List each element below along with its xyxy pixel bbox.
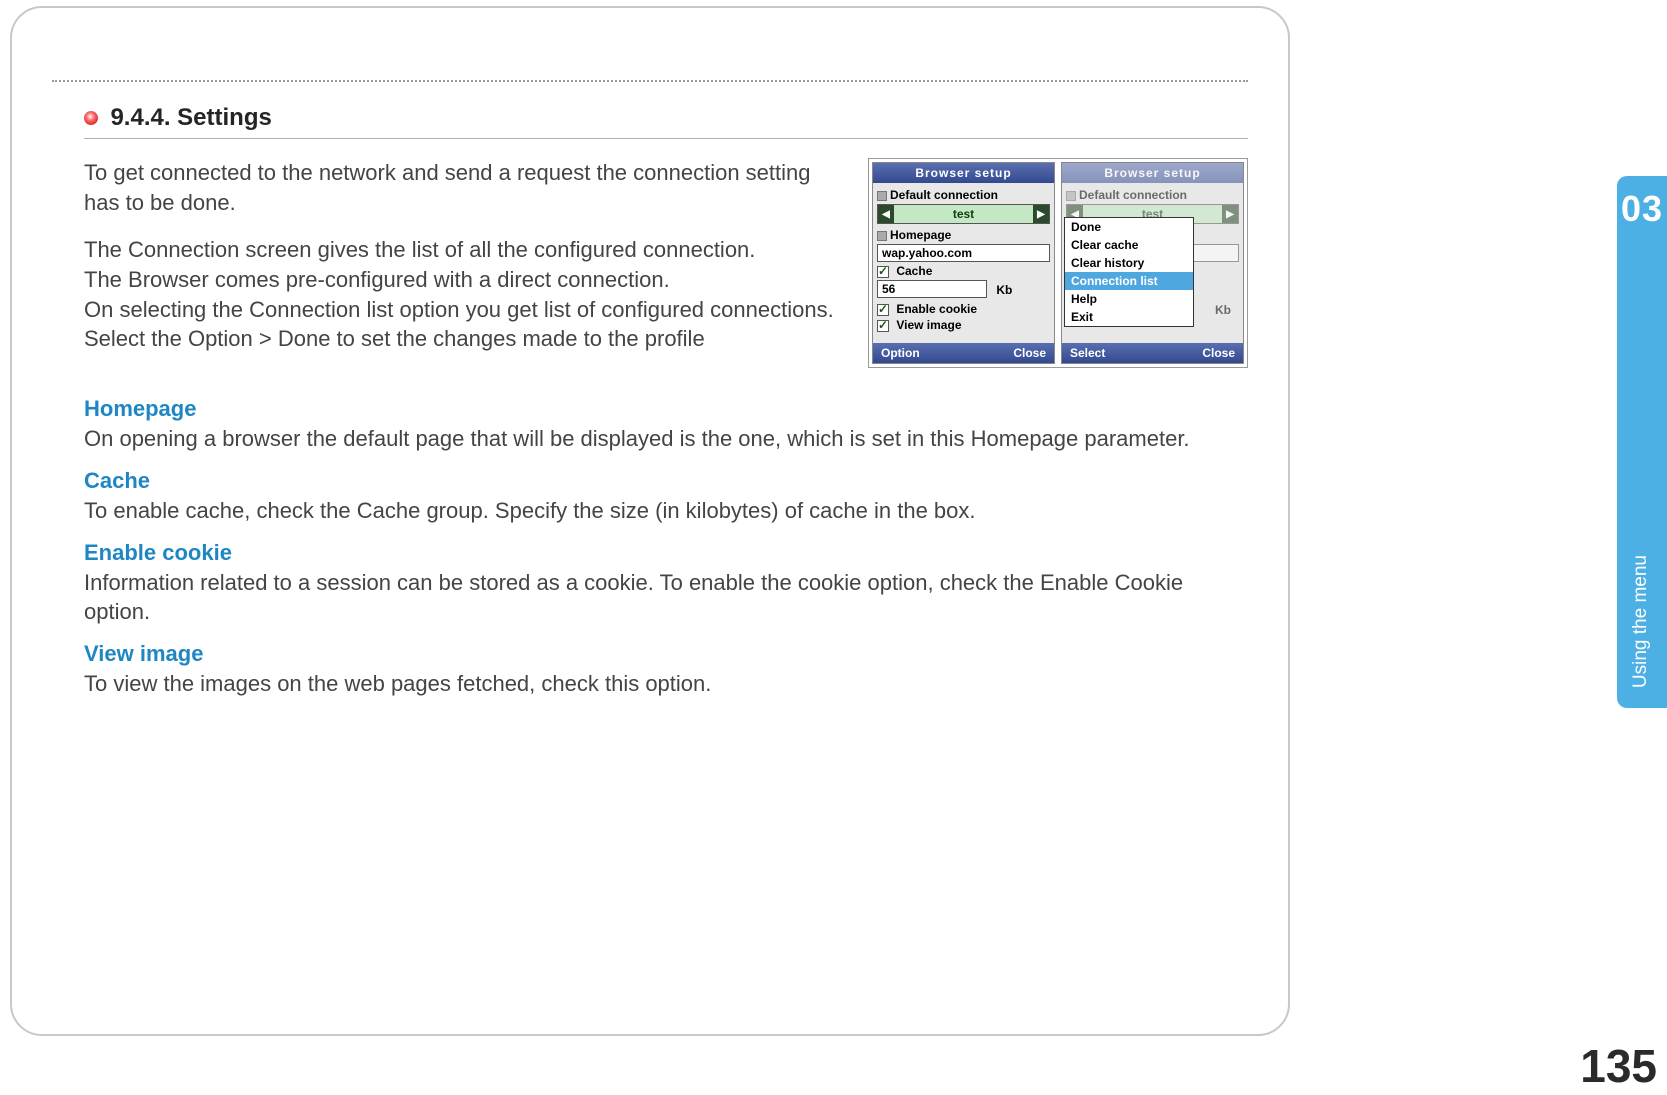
arrow-right-icon[interactable]: ▶ <box>1033 205 1049 223</box>
phone-a-softkey-left[interactable]: Option <box>881 346 920 360</box>
heading-text: 9.4.4. Settings <box>110 104 271 131</box>
term-cache: Cache <box>84 468 1248 494</box>
arrow-left-icon[interactable]: ◀ <box>878 205 894 223</box>
side-tab: 03 Using the menu <box>1617 176 1667 708</box>
phone-screenshot-b: Browser setup Default connection ◀ test … <box>1061 162 1244 364</box>
menu-item-help[interactable]: Help <box>1065 290 1193 308</box>
term-enable-cookie: Enable cookie <box>84 540 1248 566</box>
phone-a-cache-label: Cache <box>896 264 932 278</box>
dotted-rule <box>52 80 1248 82</box>
phone-screenshots: Browser setup Default connection ◀ test … <box>868 158 1248 368</box>
intro-text: To get connected to the network and send… <box>84 158 848 372</box>
grip-icon <box>877 191 887 201</box>
grip-icon <box>1066 191 1076 201</box>
chapter-number: 03 <box>1617 188 1667 230</box>
term-view-image: View image <box>84 641 1248 667</box>
phone-a-cookie-checkbox[interactable] <box>877 304 889 316</box>
desc-cache: To enable cache, check the Cache group. … <box>84 496 1248 526</box>
menu-item-done[interactable]: Done <box>1065 218 1193 236</box>
phone-screenshot-a: Browser setup Default connection ◀ test … <box>872 162 1055 364</box>
menu-item-clear-cache[interactable]: Clear cache <box>1065 236 1193 254</box>
phone-a-homepage-input[interactable]: wap.yahoo.com <box>877 244 1050 262</box>
menu-item-connection-list[interactable]: Connection list <box>1065 272 1193 290</box>
arrow-right-icon[interactable]: ▶ <box>1222 205 1238 223</box>
menu-item-clear-history[interactable]: Clear history <box>1065 254 1193 272</box>
intro-p1: To get connected to the network and send… <box>84 158 848 217</box>
phone-b-softkey-right[interactable]: Close <box>1202 346 1235 360</box>
chapter-title: Using the menu <box>1630 555 1654 688</box>
phone-a-homepage-label: Homepage <box>877 228 1050 242</box>
menu-item-exit[interactable]: Exit <box>1065 308 1193 326</box>
desc-view-image: To view the images on the web pages fetc… <box>84 669 1248 699</box>
phone-a-cache-unit: Kb <box>996 283 1012 297</box>
term-homepage: Homepage <box>84 396 1248 422</box>
phone-a-viewimage-checkbox[interactable] <box>877 320 889 332</box>
phone-b-title: Browser setup <box>1062 163 1243 183</box>
phone-a-cache-checkbox[interactable] <box>877 266 889 278</box>
desc-enable-cookie: Information related to a session can be … <box>84 568 1248 627</box>
body-area: To get connected to the network and send… <box>84 158 1248 699</box>
desc-homepage: On opening a browser the default page th… <box>84 424 1248 454</box>
page-frame: 9.4.4. Settings To get connected to the … <box>10 6 1290 1036</box>
grip-icon <box>877 231 887 241</box>
phone-a-connection-selector[interactable]: ◀ test ▶ <box>877 204 1050 224</box>
page-number: 135 <box>1580 1039 1657 1093</box>
phone-a-defconn-label: Default connection <box>877 188 1050 202</box>
intro-p2: The Connection screen gives the list of … <box>84 235 848 354</box>
phone-a-viewimage-label: View image <box>896 318 961 332</box>
section-heading: 9.4.4. Settings <box>84 104 1248 139</box>
definition-list: Homepage On opening a browser the defaul… <box>84 396 1248 698</box>
phone-b-options-menu: Done Clear cache Clear history Connectio… <box>1064 217 1194 327</box>
phone-b-cache-unit: Kb <box>1215 303 1231 317</box>
phone-a-cookie-label: Enable cookie <box>896 302 977 316</box>
phone-a-cache-input[interactable]: 56 <box>877 280 987 298</box>
phone-a-selector-value: test <box>894 205 1033 223</box>
phone-a-title: Browser setup <box>873 163 1054 183</box>
phone-b-defconn-label: Default connection <box>1066 188 1239 202</box>
phone-a-softkey-right[interactable]: Close <box>1013 346 1046 360</box>
phone-b-softkey-left[interactable]: Select <box>1070 346 1105 360</box>
bullet-icon <box>84 111 98 125</box>
